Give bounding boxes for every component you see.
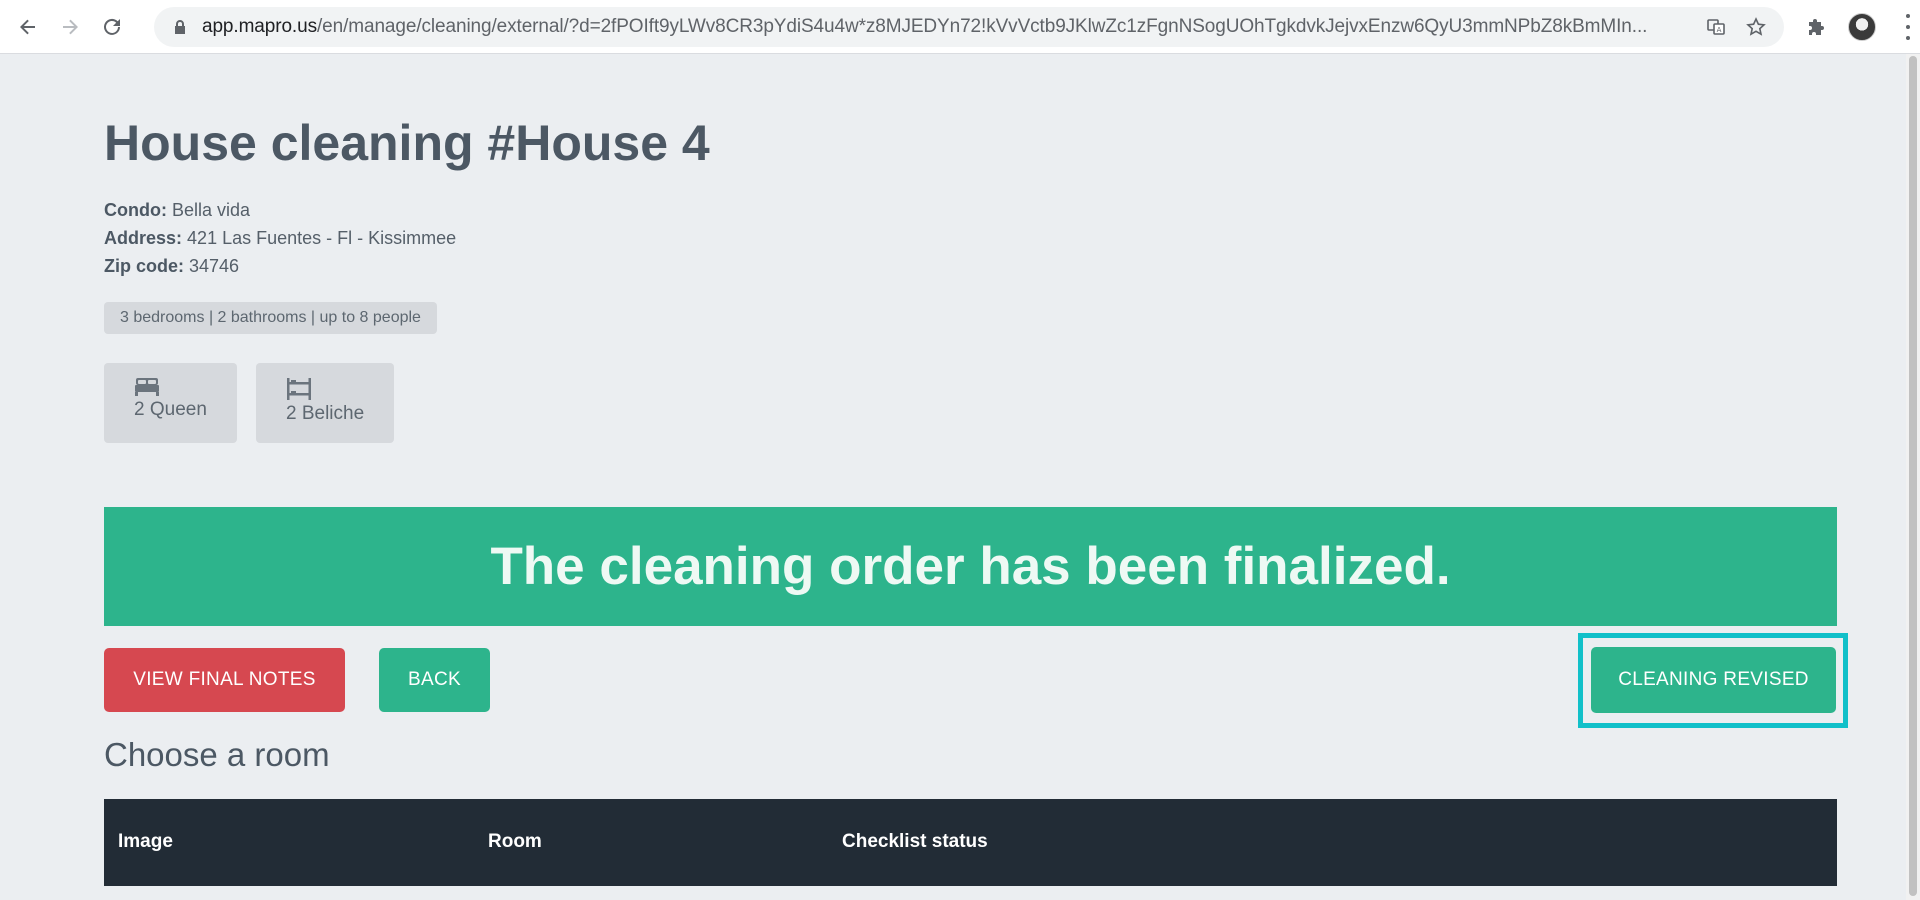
column-header-checklist-status[interactable]: Checklist status [842,831,988,853]
scrollbar-thumb[interactable] [1909,56,1917,896]
bed-label-queen: 2 Queen [134,399,207,420]
view-final-notes-button[interactable]: VIEW FINAL NOTES [104,648,345,712]
column-header-room[interactable]: Room [488,831,542,853]
status-banner-text: The cleaning order has been finalized. [490,537,1451,596]
address-value: 421 Las Fuentes - Fl - Kissimmee [187,228,457,248]
page-scrollbar[interactable] [1906,54,1920,900]
bed-card-queen: 2 Queen [104,363,237,443]
svg-text:A: A [1717,26,1722,34]
condo-row: Condo: Bella vida [104,196,456,224]
url-text: app.mapro.us/en/manage/cleaning/external… [202,16,1710,38]
back-arrow-icon[interactable] [14,13,42,41]
condo-label: Condo: [104,200,167,220]
address-bar[interactable]: app.mapro.us/en/manage/cleaning/external… [154,7,1784,47]
browser-menu-icon[interactable] [1904,14,1912,40]
reload-icon[interactable] [98,13,126,41]
cleaning-revised-button[interactable]: CLEANING REVISED [1591,647,1836,713]
page-title: House cleaning #House 4 [104,115,710,171]
zip-label: Zip code: [104,256,184,276]
bed-card-beliche: 2 Beliche [256,363,395,443]
forward-arrow-icon[interactable] [56,13,84,41]
translate-icon[interactable]: A [1704,15,1728,39]
bed-label-beliche: 2 Beliche [286,403,365,424]
back-button[interactable]: BACK [379,648,490,712]
capacity-badge: 3 bedrooms | 2 bathrooms | up to 8 peopl… [104,302,437,334]
condo-value: Bella vida [172,200,251,220]
column-header-image[interactable]: Image [118,831,173,853]
status-banner: The cleaning order has been finalized. [104,507,1837,626]
bookmark-star-icon[interactable] [1744,15,1768,39]
zip-row: Zip code: 34746 [104,252,456,280]
bunk-bed-icon [287,378,311,400]
property-details: Condo: Bella vida Address: 421 Las Fuent… [104,196,456,280]
extensions-puzzle-icon[interactable] [1803,13,1831,41]
address-row: Address: 421 Las Fuentes - Fl - Kissimme… [104,224,456,252]
rooms-table-header: Image Room Checklist status [104,799,1837,886]
url-host: app.mapro.us [202,16,317,37]
url-path: /en/manage/cleaning/external/?d=2fPOIft9… [316,16,1648,37]
zip-value: 34746 [189,256,240,276]
bed-icon [135,378,159,396]
rooms-section-title: Choose a room [104,736,330,773]
lock-icon [175,20,185,34]
profile-avatar[interactable] [1848,13,1876,41]
address-label: Address: [104,228,183,248]
browser-toolbar: app.mapro.us/en/manage/cleaning/external… [0,0,1920,54]
